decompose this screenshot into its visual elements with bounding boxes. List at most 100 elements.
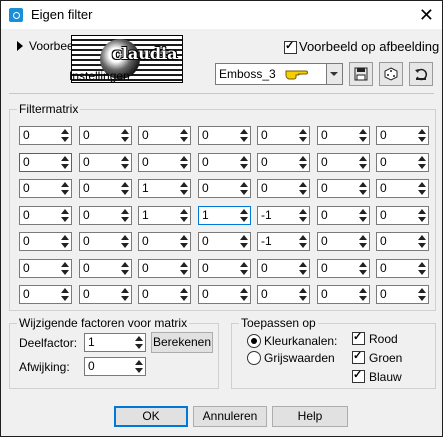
spin-arrows-icon[interactable] [358,128,368,143]
matrix-cell[interactable]: 0 [317,285,370,304]
spin-arrows-icon[interactable] [239,208,249,223]
color-channels-radio[interactable] [247,334,261,348]
spin-arrows-icon[interactable] [358,261,368,276]
matrix-cell[interactable]: 0 [79,153,132,172]
matrix-cell[interactable]: -1 [257,206,310,225]
reset-defaults-icon[interactable] [409,62,433,86]
spin-arrows-icon[interactable] [239,155,249,170]
matrix-cell[interactable]: 0 [79,232,132,251]
blue-channel-checkbox[interactable] [352,368,365,383]
spin-arrows-icon[interactable] [298,155,308,170]
matrix-cell[interactable]: 0 [376,285,429,304]
matrix-cell[interactable]: 0 [257,153,310,172]
spin-arrows-icon[interactable] [298,181,308,196]
matrix-cell[interactable]: 0 [317,259,370,278]
spin-arrows-icon[interactable] [120,155,130,170]
matrix-cell[interactable]: 0 [138,259,191,278]
spin-arrows-icon[interactable] [358,287,368,302]
spin-arrows-icon[interactable] [179,181,189,196]
matrix-cell[interactable]: 1 [138,179,191,198]
red-channel-checkbox[interactable] [352,330,365,345]
preset-dropdown[interactable]: Emboss_3 [215,63,329,85]
spin-arrows-icon[interactable] [417,287,427,302]
matrix-cell[interactable]: 0 [376,153,429,172]
matrix-cell[interactable]: 0 [317,179,370,198]
bias-spinbox[interactable]: 0 [84,357,146,376]
spin-arrows-icon[interactable] [179,155,189,170]
spin-arrows-icon[interactable] [179,261,189,276]
spin-arrows-icon[interactable] [179,128,189,143]
spin-arrows-icon[interactable] [298,287,308,302]
matrix-cell[interactable]: 0 [19,153,72,172]
randomize-icon[interactable] [379,62,403,86]
matrix-cell[interactable]: 0 [138,126,191,145]
spin-arrows-icon[interactable] [120,261,130,276]
close-icon[interactable]: ✕ [419,5,434,25]
matrix-cell[interactable]: 0 [317,206,370,225]
save-preset-icon[interactable] [349,62,373,86]
spin-arrows-icon[interactable] [60,208,70,223]
spin-arrows-icon[interactable] [179,234,189,249]
spin-arrows-icon[interactable] [60,181,70,196]
spin-arrows-icon[interactable] [298,234,308,249]
spin-arrows-icon[interactable] [358,155,368,170]
matrix-cell[interactable]: 0 [79,206,132,225]
matrix-cell[interactable]: 0 [19,206,72,225]
spin-arrows-icon[interactable] [60,287,70,302]
matrix-cell[interactable]: 1 [198,206,251,225]
matrix-cell[interactable]: 0 [19,232,72,251]
spin-arrows-icon[interactable] [60,155,70,170]
preset-dropdown-button[interactable] [326,63,343,85]
matrix-cell[interactable]: 0 [138,232,191,251]
matrix-cell[interactable]: 0 [198,179,251,198]
matrix-cell[interactable]: 0 [198,232,251,251]
grayscale-radio[interactable] [247,351,261,365]
matrix-cell[interactable]: -1 [257,232,310,251]
matrix-cell[interactable]: 0 [317,126,370,145]
matrix-cell[interactable]: 0 [257,285,310,304]
spin-arrows-icon[interactable] [60,261,70,276]
spin-arrows-icon[interactable] [417,234,427,249]
spin-arrows-icon[interactable] [179,208,189,223]
ok-button[interactable]: OK [114,406,188,427]
spin-arrows-icon[interactable] [417,128,427,143]
spin-arrows-icon[interactable] [179,287,189,302]
green-channel-checkbox[interactable] [352,349,365,364]
matrix-cell[interactable]: 0 [376,179,429,198]
matrix-cell[interactable]: 0 [19,259,72,278]
help-button[interactable]: Help [272,406,348,427]
spin-arrows-icon[interactable] [60,128,70,143]
spin-arrows-icon[interactable] [417,181,427,196]
divisor-spinbox[interactable]: 1 [84,333,146,352]
matrix-cell[interactable]: 0 [138,153,191,172]
spin-arrows-icon[interactable] [239,128,249,143]
matrix-cell[interactable]: 0 [79,179,132,198]
matrix-cell[interactable]: 0 [19,285,72,304]
spin-arrows-icon[interactable] [417,208,427,223]
matrix-cell[interactable]: 0 [376,126,429,145]
matrix-cell[interactable]: 0 [257,259,310,278]
matrix-cell[interactable]: 0 [198,285,251,304]
spin-arrows-icon[interactable] [120,181,130,196]
matrix-cell[interactable]: 1 [138,206,191,225]
preview-on-image-checkbox[interactable] [284,39,297,54]
spin-arrows-icon[interactable] [298,261,308,276]
spin-arrows-icon[interactable] [417,155,427,170]
spin-arrows-icon[interactable] [120,234,130,249]
spin-arrows-icon[interactable] [358,208,368,223]
matrix-cell[interactable]: 0 [376,259,429,278]
matrix-cell[interactable]: 0 [376,232,429,251]
matrix-cell[interactable]: 0 [317,153,370,172]
spin-arrows-icon[interactable] [417,261,427,276]
matrix-cell[interactable]: 0 [198,259,251,278]
cancel-button[interactable]: Annuleren [193,406,267,427]
spin-arrows-icon[interactable] [239,287,249,302]
matrix-cell[interactable]: 0 [79,126,132,145]
matrix-cell[interactable]: 0 [257,126,310,145]
matrix-cell[interactable]: 0 [19,126,72,145]
spin-arrows-icon[interactable] [120,208,130,223]
spin-arrows-icon[interactable] [239,234,249,249]
matrix-cell[interactable]: 0 [19,179,72,198]
spin-arrows-icon[interactable] [358,181,368,196]
spin-arrows-icon[interactable] [298,128,308,143]
